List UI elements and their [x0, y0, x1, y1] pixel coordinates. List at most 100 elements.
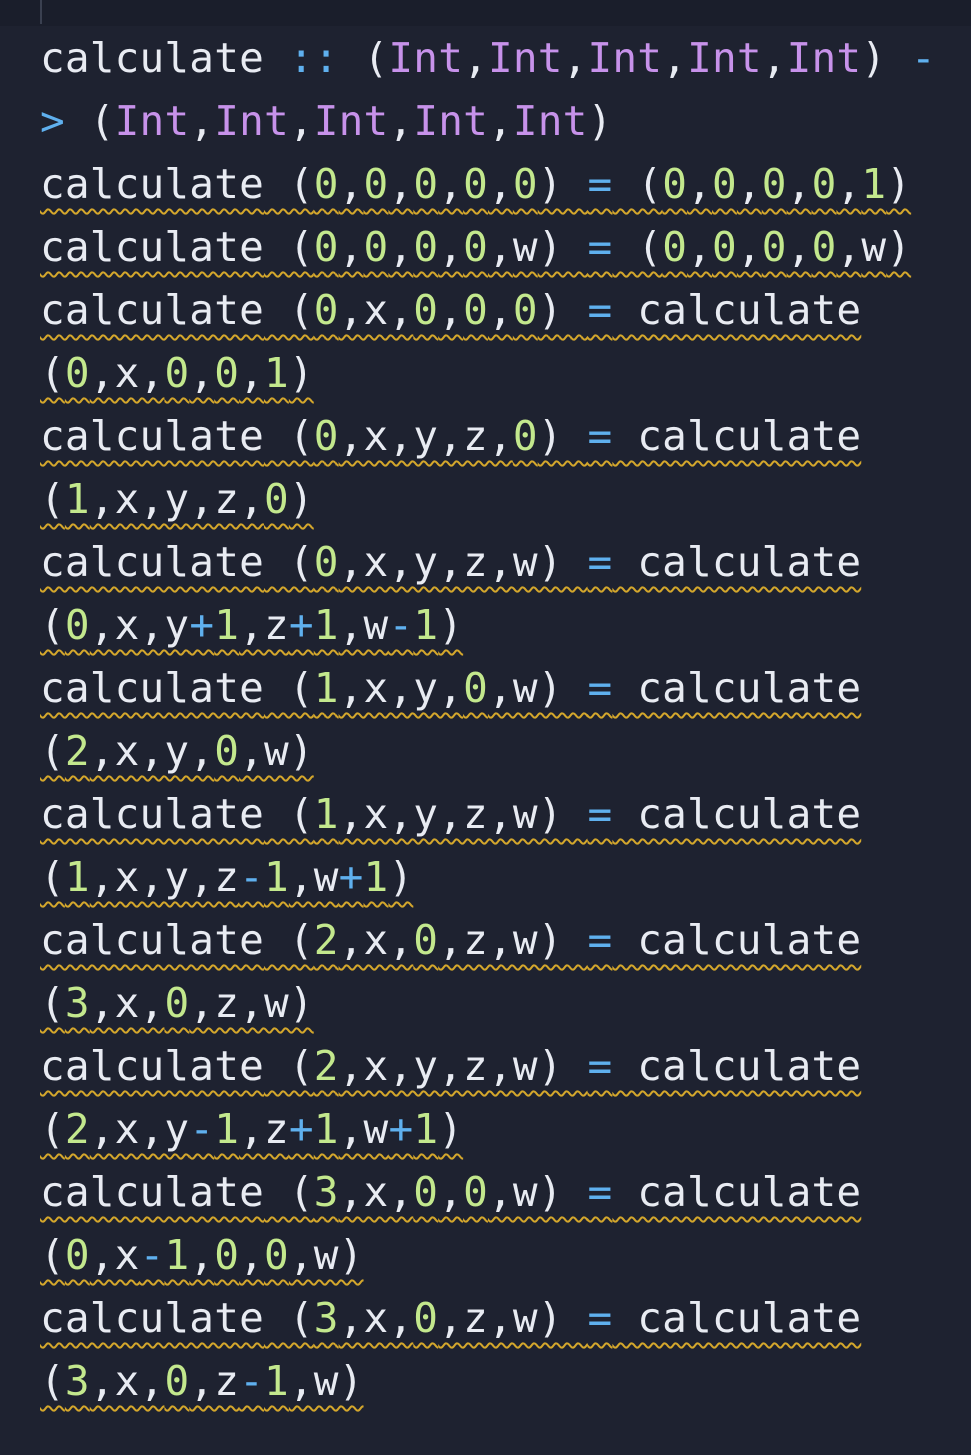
- code-identifier: calculate: [40, 916, 264, 964]
- code-punctuation: ,z,w): [189, 979, 314, 1027]
- code-type: Int: [114, 97, 190, 145]
- code-punctuation: (: [263, 916, 314, 964]
- code-punctuation: ): [288, 475, 314, 523]
- code-number: 2: [313, 916, 339, 964]
- code-number: 0: [463, 286, 488, 334]
- code-line[interactable]: > (Int,Int,Int,Int,Int): [40, 90, 936, 153]
- code-identifier: calculate: [612, 790, 862, 838]
- code-line[interactable]: calculate (0,x,y,z,w) = calculate: [40, 531, 936, 594]
- code-punctuation: ,: [189, 97, 215, 145]
- code-identifier: calculate: [612, 1042, 862, 1090]
- code-number: 0: [64, 601, 90, 649]
- code-operator: =: [587, 664, 613, 712]
- code-operator: +: [288, 1105, 314, 1153]
- code-punctuation: ,w): [239, 727, 314, 775]
- warning-squiggle: (3,x,0,z-1,w): [40, 1357, 364, 1405]
- code-punctuation: (: [64, 97, 115, 145]
- code-number: 1: [264, 349, 289, 397]
- code-line[interactable]: calculate (2,x,y,z,w) = calculate: [40, 1035, 936, 1098]
- code-punctuation: (: [263, 538, 314, 586]
- warning-squiggle: calculate (0,x,0,0,0) = calculate: [40, 286, 861, 334]
- warning-squiggle: calculate (3,x,0,z,w) = calculate: [40, 1294, 861, 1342]
- code-punctuation: ): [388, 853, 414, 901]
- code-punctuation: (: [263, 664, 314, 712]
- code-line[interactable]: (0,x,0,0,1): [40, 342, 936, 405]
- code-punctuation: ): [438, 1105, 464, 1153]
- code-punctuation: ,z,w): [438, 1294, 588, 1342]
- code-number: 0: [214, 349, 240, 397]
- code-punctuation: ,x,: [338, 1294, 414, 1342]
- code-line[interactable]: (3,x,0,z,w): [40, 972, 936, 1035]
- warning-squiggle: calculate (3,x,0,0,w) = calculate: [40, 1168, 861, 1216]
- code-number: 0: [413, 916, 439, 964]
- code-punctuation: ): [537, 223, 588, 271]
- code-line[interactable]: calculate (1,x,y,0,w) = calculate: [40, 657, 936, 720]
- code-number: 1: [64, 853, 90, 901]
- code-line[interactable]: calculate (2,x,0,z,w) = calculate: [40, 909, 936, 972]
- code-operator: +: [338, 853, 364, 901]
- code-number: 2: [313, 1042, 339, 1090]
- code-line[interactable]: calculate (0,0,0,0,0) = (0,0,0,0,1): [40, 153, 936, 216]
- code-punctuation: ): [537, 286, 588, 334]
- code-punctuation: ,x,: [89, 979, 165, 1027]
- code-line[interactable]: calculate :: (Int,Int,Int,Int,Int) -: [40, 27, 936, 90]
- code-number: 0: [662, 160, 688, 208]
- code-punctuation: ,: [438, 223, 464, 271]
- code-punctuation: ,: [687, 160, 712, 208]
- code-line[interactable]: calculate (0,0,0,0,w) = (0,0,0,0,w): [40, 216, 936, 279]
- code-punctuation: (: [263, 1042, 314, 1090]
- code-number: 0: [512, 160, 538, 208]
- code-area[interactable]: calculate :: (Int,Int,Int,Int,Int) -> (I…: [40, 27, 936, 1413]
- code-punctuation: (: [40, 475, 65, 523]
- code-identifier: calculate: [40, 412, 264, 460]
- code-editor[interactable]: calculate :: (Int,Int,Int,Int,Int) -> (I…: [0, 0, 971, 1455]
- code-operator: =: [587, 790, 613, 838]
- code-line[interactable]: (1,x,y,z,0): [40, 468, 936, 531]
- code-punctuation: ): [587, 97, 613, 145]
- code-line[interactable]: (0,x,y+1,z+1,w-1): [40, 594, 936, 657]
- code-line[interactable]: (1,x,y,z-1,w+1): [40, 846, 936, 909]
- code-number: 0: [313, 286, 339, 334]
- code-identifier: calculate: [40, 1168, 264, 1216]
- code-punctuation: ,: [189, 349, 215, 397]
- code-line[interactable]: (2,x,y-1,z+1,w+1): [40, 1098, 936, 1161]
- code-punctuation: ,x,: [89, 1357, 165, 1405]
- code-punctuation: ,x,y,z,w): [338, 538, 588, 586]
- code-line-content: > (Int,Int,Int,Int,Int): [40, 97, 612, 145]
- code-line[interactable]: calculate (0,x,y,z,0) = calculate: [40, 405, 936, 468]
- code-operator: =: [587, 538, 613, 586]
- code-punctuation: (: [40, 1357, 65, 1405]
- code-punctuation: ,x,y,z,w): [338, 790, 588, 838]
- code-identifier: calculate: [612, 664, 862, 712]
- code-identifier: calculate: [40, 1042, 264, 1090]
- code-number: 0: [463, 664, 488, 712]
- code-line[interactable]: calculate (1,x,y,z,w) = calculate: [40, 783, 936, 846]
- code-type: Int: [313, 97, 389, 145]
- code-line[interactable]: calculate (0,x,0,0,0) = calculate: [40, 279, 936, 342]
- code-punctuation: ,: [388, 160, 414, 208]
- warning-squiggle: (0,x,0,0,1): [40, 349, 314, 397]
- code-line[interactable]: (3,x,0,z-1,w): [40, 1350, 936, 1413]
- code-identifier: calculate: [40, 538, 264, 586]
- code-punctuation: ,z: [239, 1105, 289, 1153]
- code-line[interactable]: calculate (3,x,0,z,w) = calculate: [40, 1287, 936, 1350]
- code-line[interactable]: (0,x-1,0,0,w): [40, 1224, 936, 1287]
- code-identifier: calculate: [40, 664, 264, 712]
- code-line[interactable]: (2,x,y,0,w): [40, 720, 936, 783]
- code-operator: =: [587, 160, 613, 208]
- code-number: 2: [64, 727, 90, 775]
- code-line[interactable]: calculate (3,x,0,0,w) = calculate: [40, 1161, 936, 1224]
- code-number: 0: [413, 223, 439, 271]
- code-identifier: calculate: [612, 916, 862, 964]
- code-punctuation: ,: [786, 160, 812, 208]
- code-punctuation: ,: [736, 160, 762, 208]
- code-identifier: calculate: [40, 1294, 264, 1342]
- warning-squiggle: calculate (0,0,0,0,w) = (0,0,0,0,w): [40, 223, 911, 271]
- code-number: 0: [413, 1294, 439, 1342]
- warning-squiggle: (2,x,y,0,w): [40, 727, 314, 775]
- code-number: 0: [512, 412, 538, 460]
- code-type: Int: [214, 97, 289, 145]
- code-punctuation: ,z: [239, 601, 289, 649]
- code-number: 0: [761, 160, 787, 208]
- code-number: 3: [64, 979, 90, 1027]
